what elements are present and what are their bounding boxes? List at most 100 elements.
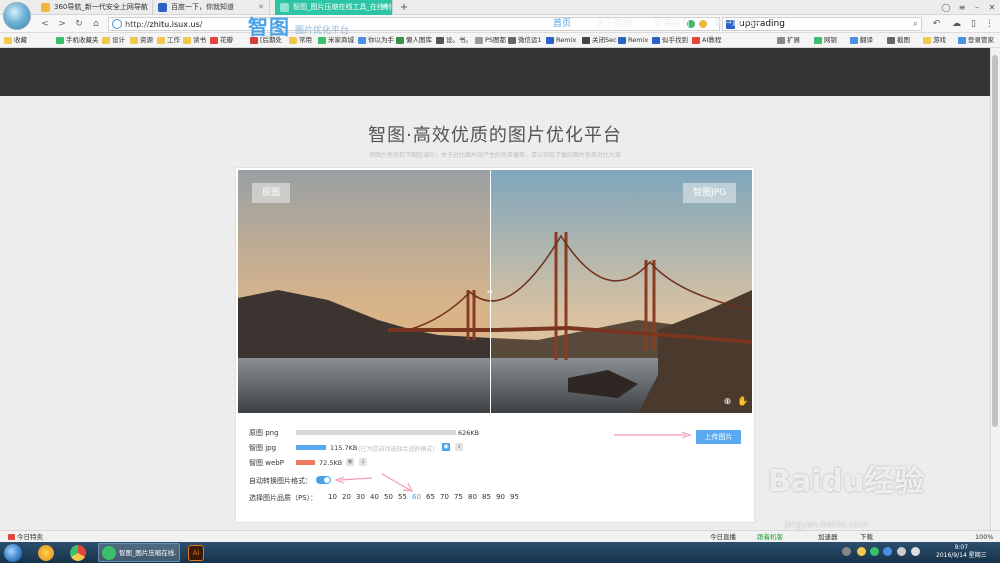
bookmark-item[interactable]: 懒人图库	[396, 33, 432, 48]
original-size-text: 626KB	[458, 429, 480, 437]
new-tab-button[interactable]: +	[398, 0, 410, 15]
quality-option[interactable]: 70	[440, 493, 449, 501]
scrollbar-thumb[interactable]	[992, 55, 998, 427]
site-header	[0, 48, 990, 96]
quality-option-selected[interactable]: 60	[412, 493, 421, 501]
bookmark-item[interactable]: 花瓣	[210, 33, 233, 48]
zoom-icon[interactable]: ⊕	[722, 397, 733, 408]
search-icon[interactable]: ⌕	[913, 18, 918, 31]
url-text: http://zhitu.isux.us/	[125, 20, 203, 29]
menu-icon[interactable]: ≡	[954, 0, 970, 15]
bookmark-item[interactable]: 扩展	[777, 33, 800, 48]
folder-icon	[157, 37, 165, 44]
bookmark-item[interactable]: 微信运1	[508, 33, 542, 48]
bookmark-item[interactable]: 设计	[102, 33, 125, 48]
upload-image-button[interactable]: 上传图片	[696, 430, 741, 444]
tray-arrow-icon[interactable]	[842, 547, 851, 556]
quality-option[interactable]: 65	[426, 493, 435, 501]
bookmark-item[interactable]: 网银	[814, 33, 837, 48]
close-icon[interactable]: ✕	[141, 0, 147, 15]
nav-home[interactable]: 首页	[553, 0, 571, 48]
site-logo[interactable]: 智图	[248, 11, 290, 40]
cloud-icon[interactable]: ☁	[950, 17, 963, 31]
lightning-icon[interactable]	[699, 20, 707, 28]
close-icon[interactable]: ✕	[381, 0, 387, 15]
bookmark-icon	[582, 37, 590, 44]
webp-size-text: 72.5KB	[319, 459, 343, 467]
jpg-size-bar	[296, 445, 326, 450]
bookmark-item[interactable]: 收藏	[4, 33, 27, 48]
webp-size-bar	[296, 460, 315, 465]
quality-option[interactable]: 95	[510, 493, 519, 501]
bookmark-item[interactable]: 工作	[157, 33, 180, 48]
windows-start-icon[interactable]	[4, 544, 22, 562]
taskbar-active-app[interactable]: 智图_图片压缩在线...	[98, 543, 180, 562]
forward-icon[interactable]: >	[55, 17, 69, 31]
download-icon[interactable]: ↓	[455, 443, 463, 451]
quality-option[interactable]: 10	[328, 493, 337, 501]
browser-tab-bar: 360导航_新一代安全上网导航 ✕ 百度一下，你就知道 ✕ 智图_图片压缩在线工…	[0, 0, 1000, 15]
chrome-icon[interactable]	[70, 545, 86, 561]
phone-icon[interactable]: ▯	[967, 17, 980, 31]
volume-icon[interactable]	[911, 547, 920, 556]
bookmark-item[interactable]: 设。书。	[436, 33, 472, 48]
taskbar-clock[interactable]: 9:07 2016/9/14 星期三	[936, 544, 987, 560]
auto-convert-toggle[interactable]	[316, 476, 331, 484]
network-icon[interactable]	[897, 547, 906, 556]
quality-option[interactable]: 55	[398, 493, 407, 501]
tab-zhitu[interactable]: 智图_图片压缩在线工具_在线制作 ✕	[275, 0, 393, 15]
bookmark-icon	[436, 37, 444, 44]
browser-logo-icon[interactable]	[3, 2, 31, 30]
nav-install-guide[interactable]: 安装指引	[654, 0, 690, 48]
tray-icon[interactable]	[857, 547, 866, 556]
drag-handle-icon[interactable]: ↔	[487, 288, 493, 296]
bookmark-item[interactable]: 资源	[130, 33, 153, 48]
clock-time: 9:07	[954, 544, 969, 551]
illustrator-icon[interactable]: Ai	[188, 545, 204, 561]
bookmark-item[interactable]: 游戏	[923, 33, 946, 48]
quality-option[interactable]: 40	[370, 493, 379, 501]
back-icon[interactable]: <	[38, 17, 52, 31]
tab-title: 智图_图片压缩在线工具_在线制作	[293, 3, 393, 11]
sale-icon	[8, 534, 15, 540]
skin-icon[interactable]: ◯	[938, 0, 954, 15]
bookmark-item[interactable]: 你以为手	[358, 33, 394, 48]
bookmark-item[interactable]: 手机收藏夹	[56, 33, 99, 48]
download-icon[interactable]: ↓	[359, 458, 367, 466]
bank-icon	[814, 37, 822, 44]
minimize-icon[interactable]: –	[969, 0, 985, 15]
bookmark-item[interactable]: 翻译	[850, 33, 873, 48]
bookmark-icon	[692, 37, 700, 44]
undo-icon[interactable]: ↶	[930, 17, 943, 31]
browser-app-icon[interactable]	[38, 545, 54, 561]
tray-shield-icon[interactable]	[883, 547, 892, 556]
zhitu-webp-label: 智图 webP	[249, 459, 284, 467]
quality-option[interactable]: 80	[468, 493, 477, 501]
image-compare-area[interactable]	[238, 170, 752, 413]
quality-option[interactable]: 30	[356, 493, 365, 501]
tab-360-nav[interactable]: 360导航_新一代安全上网导航 ✕	[36, 0, 153, 15]
folder-icon	[183, 37, 191, 44]
nav-about[interactable]: 关于智图	[596, 0, 632, 48]
home-icon[interactable]: ⌂	[89, 17, 103, 31]
quality-option[interactable]: 20	[342, 493, 351, 501]
folder-icon	[102, 37, 110, 44]
quality-option[interactable]: 75	[454, 493, 463, 501]
preview-icon[interactable]: ◉	[442, 443, 450, 451]
bookmark-item[interactable]: 登录管家	[958, 33, 994, 48]
quality-option[interactable]: 50	[384, 493, 393, 501]
preview-icon[interactable]: ◉	[346, 458, 354, 466]
bookmark-item[interactable]: PS图都	[475, 33, 506, 48]
more-icon[interactable]: ⋮	[983, 17, 996, 31]
nav-client-download[interactable]: 客户端下载	[714, 0, 759, 48]
quality-option[interactable]: 85	[482, 493, 491, 501]
quality-option[interactable]: 90	[496, 493, 505, 501]
reload-icon[interactable]: ↻	[72, 17, 86, 31]
close-window-icon[interactable]: ✕	[984, 0, 1000, 15]
bookmark-item[interactable]: 读书	[183, 33, 206, 48]
bookmark-item[interactable]: 截图	[887, 33, 910, 48]
tray-icon[interactable]	[870, 547, 879, 556]
bookmarks-bar: 收藏 手机收藏夹 设计 资源 工作 读书 花瓣 [后期处 常用 米家商城 你以为…	[0, 33, 1000, 48]
hand-icon[interactable]: ✋	[737, 397, 748, 408]
browser-status-bar: 今日特卖 今日直播 跟着机客 加速器 下载 100%	[0, 530, 1000, 542]
